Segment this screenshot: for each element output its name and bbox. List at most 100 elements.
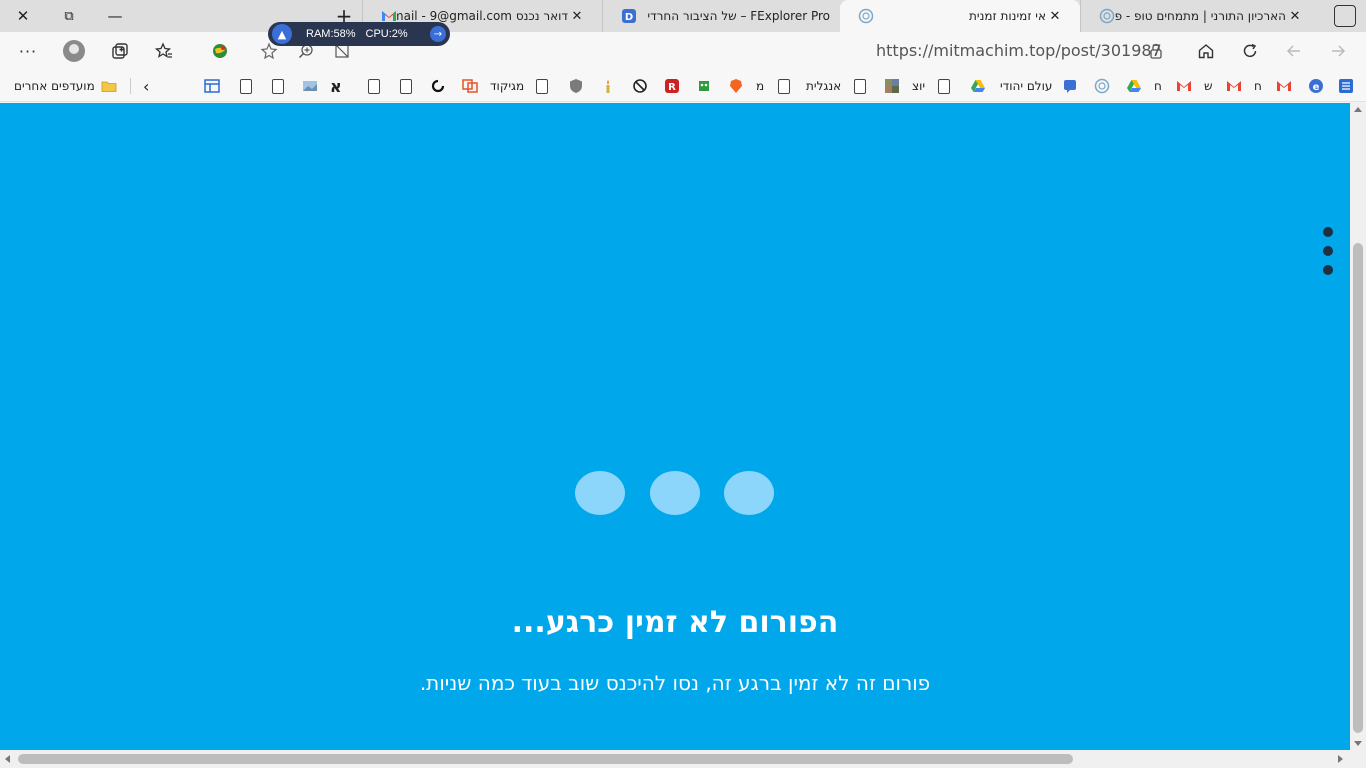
bookmark-item[interactable] bbox=[628, 76, 648, 96]
bookmark-item[interactable]: e bbox=[1304, 76, 1324, 96]
bookmark-item[interactable] bbox=[236, 76, 252, 96]
bookmark-chet[interactable]: ח bbox=[1154, 76, 1162, 96]
avatar-icon bbox=[63, 40, 85, 62]
tab-title: אי זמינות זמנית bbox=[969, 9, 1046, 23]
bookmark-label: ח bbox=[1154, 79, 1162, 93]
tab-close-button[interactable]: ✕ bbox=[1046, 9, 1064, 24]
bookmark-item[interactable] bbox=[1172, 76, 1192, 96]
bookmark-label: ח bbox=[1254, 79, 1262, 93]
tab-fexplorer[interactable]: D FExplorer Pro – של הציבור החרדי bbox=[602, 0, 840, 32]
back-button[interactable] bbox=[1280, 38, 1308, 64]
window-minimize-button[interactable]: — bbox=[92, 0, 138, 32]
page-icon bbox=[272, 78, 284, 94]
bookmark-item[interactable] bbox=[396, 76, 412, 96]
bookmark-magikod[interactable]: מגיקוד bbox=[490, 76, 524, 96]
bookmark-label: מועדפים אחרים bbox=[14, 79, 95, 93]
bookmark-item[interactable] bbox=[298, 76, 318, 96]
bookmark-item[interactable]: R bbox=[660, 76, 680, 96]
scroll-left-arrow-icon[interactable] bbox=[5, 755, 10, 763]
list-icon bbox=[1339, 79, 1353, 93]
forum-icon bbox=[1099, 8, 1115, 24]
mosaic-icon bbox=[885, 79, 899, 93]
bookmark-mem[interactable]: מ bbox=[756, 76, 764, 96]
tab-title: הארכיון התורני | מתמחים טופ - פ bbox=[1115, 9, 1286, 23]
bookmark-shin[interactable]: ש bbox=[1204, 76, 1213, 96]
scroll-right-arrow-icon[interactable] bbox=[1338, 755, 1343, 763]
scroll-up-arrow-icon[interactable] bbox=[1354, 107, 1362, 112]
arrow-right-icon bbox=[1332, 45, 1346, 57]
tab-close-button[interactable]: ✕ bbox=[568, 9, 586, 24]
scrollbar-thumb[interactable] bbox=[1353, 243, 1363, 733]
forward-button[interactable] bbox=[1324, 38, 1352, 64]
reload-button[interactable] bbox=[1236, 38, 1264, 64]
horizontal-scrollbar[interactable] bbox=[0, 750, 1366, 768]
url-text[interactable]: https://mitmachim.top/post/301987 bbox=[876, 41, 1162, 60]
bookmark-item[interactable] bbox=[692, 76, 712, 96]
window-restore-button[interactable]: ⧉ bbox=[46, 0, 92, 32]
other-favorites-folder[interactable]: מועדפים אחרים bbox=[14, 76, 117, 96]
bookmark-item[interactable] bbox=[934, 76, 950, 96]
bookmark-aleph[interactable]: א bbox=[330, 76, 342, 96]
page-icon bbox=[368, 78, 380, 94]
tab-close-button[interactable]: ✕ bbox=[1286, 9, 1304, 24]
browser-window: ✕ ⧉ — + דואר נכנס Gmail - 9@gmail.com ✕ … bbox=[0, 0, 1366, 768]
image-icon bbox=[303, 81, 317, 91]
bookmark-item[interactable] bbox=[458, 76, 478, 96]
bookmark-item[interactable] bbox=[774, 76, 790, 96]
collections-icon bbox=[112, 43, 128, 59]
bookmark-item[interactable] bbox=[564, 76, 584, 96]
arrow-right-icon[interactable]: → bbox=[430, 26, 446, 42]
page-icon bbox=[536, 78, 548, 94]
bookmark-item[interactable] bbox=[1090, 76, 1110, 96]
bookmark-item[interactable] bbox=[200, 76, 220, 96]
tab-archive[interactable]: הארכיון התורני | מתמחים טופ - פ ✕ bbox=[1080, 0, 1320, 32]
bookmark-item[interactable] bbox=[880, 76, 900, 96]
tab-actions-icon[interactable] bbox=[1334, 5, 1356, 27]
window-close-button[interactable]: ✕ bbox=[0, 0, 46, 32]
bookmark-item[interactable] bbox=[364, 76, 380, 96]
rocket-icon: ▲ bbox=[272, 24, 292, 44]
forum-icon bbox=[858, 8, 874, 24]
favorites-bar: מועדפים אחרים ‹ א מגיקוד R מ אנגלית יוצ … bbox=[0, 70, 1366, 102]
vertical-dots-menu-icon[interactable] bbox=[1323, 227, 1335, 283]
vertical-scrollbar[interactable] bbox=[1350, 103, 1366, 750]
bookmark-item[interactable] bbox=[966, 76, 986, 96]
svg-text:D: D bbox=[625, 12, 633, 23]
bookmark-item[interactable] bbox=[1058, 76, 1078, 96]
bookmark-item[interactable] bbox=[724, 76, 744, 96]
bookmark-item[interactable] bbox=[268, 76, 284, 96]
cpu-readout: CPU:2% bbox=[365, 28, 408, 40]
loading-indicator bbox=[575, 471, 775, 517]
tab-strip: ✕ ⧉ — + דואר נכנס Gmail - 9@gmail.com ✕ … bbox=[0, 0, 1366, 32]
gmail-icon bbox=[1227, 81, 1241, 91]
profile-button[interactable] bbox=[60, 38, 88, 64]
bookmark-item[interactable] bbox=[1222, 76, 1242, 96]
scrollbar-thumb[interactable] bbox=[18, 754, 1073, 764]
bookmark-olam-yehudi[interactable]: עולם יהודי bbox=[1000, 76, 1052, 96]
svg-text:R: R bbox=[668, 82, 676, 93]
extension-button[interactable] bbox=[206, 38, 234, 64]
scroll-down-arrow-icon[interactable] bbox=[1354, 741, 1362, 746]
chat-icon bbox=[1064, 80, 1076, 93]
system-monitor-widget[interactable]: ▲ RAM:58% CPU:2% → bbox=[268, 22, 450, 46]
arrow-left-icon bbox=[1286, 45, 1300, 57]
bookmark-item[interactable] bbox=[596, 76, 616, 96]
bookmark-label: מ bbox=[756, 79, 765, 93]
bookmark-item[interactable] bbox=[1272, 76, 1292, 96]
bookmarks-overflow-chevron[interactable]: ‹ bbox=[143, 76, 149, 96]
bookmark-item[interactable] bbox=[850, 76, 866, 96]
bookmark-yotz[interactable]: יוצ bbox=[912, 76, 925, 96]
bookmark-item[interactable] bbox=[1122, 76, 1142, 96]
page-icon bbox=[854, 78, 866, 94]
collections-button[interactable] bbox=[106, 38, 134, 64]
favorites-button[interactable] bbox=[150, 38, 178, 64]
home-button[interactable] bbox=[1192, 38, 1220, 64]
bookmark-chet[interactable]: ח bbox=[1254, 76, 1262, 96]
more-menu-button[interactable]: ··· bbox=[14, 38, 42, 64]
bookmark-item[interactable] bbox=[1334, 76, 1354, 96]
tab-unavailable[interactable]: אי זמינות זמנית ✕ bbox=[840, 0, 1080, 32]
bookmark-item[interactable] bbox=[426, 76, 446, 96]
bookmark-anglit[interactable]: אנגלית bbox=[806, 76, 841, 96]
tab-title: דואר נכנס Gmail - 9@gmail.com bbox=[397, 9, 568, 23]
bookmark-item[interactable] bbox=[532, 76, 548, 96]
